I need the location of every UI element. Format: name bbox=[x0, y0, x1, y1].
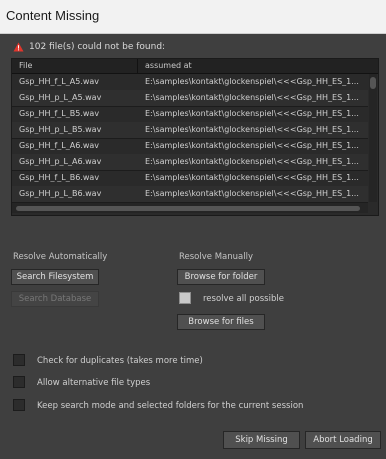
table-row[interactable]: Gsp_HH_p_L_A6.wav E:\samples\kontakt\glo… bbox=[12, 154, 368, 171]
warning-triangle-icon bbox=[13, 42, 24, 52]
horizontal-scrollbar[interactable] bbox=[12, 203, 368, 213]
table-row[interactable]: Gsp_HH_p_L_A5.wav E:\samples\kontakt\glo… bbox=[12, 90, 368, 107]
vertical-scrollbar[interactable] bbox=[369, 74, 377, 202]
file-name-cell: Gsp_HH_p_L_A5.wav bbox=[19, 93, 102, 102]
file-name-cell: Gsp_HH_f_L_A6.wav bbox=[19, 141, 100, 150]
file-name-cell: Gsp_HH_f_L_B6.wav bbox=[19, 173, 100, 182]
assumed-path-cell: E:\samples\kontakt\glockenspiel\<<<Gsp_H… bbox=[145, 189, 359, 198]
resolve-automatically-heading: Resolve Automatically bbox=[13, 252, 108, 262]
table-row[interactable]: Gsp_HH_p_L_B5.wav E:\samples\kontakt\glo… bbox=[12, 122, 368, 139]
resolve-manually-heading: Resolve Manually bbox=[179, 252, 253, 262]
assumed-path-cell: E:\samples\kontakt\glockenspiel\<<<Gsp_H… bbox=[145, 93, 359, 102]
search-filesystem-button[interactable]: Search Filesystem bbox=[11, 269, 99, 285]
file-name-cell: Gsp_HH_p_L_B6.wav bbox=[19, 189, 102, 198]
table-row[interactable]: Gsp_HH_f_L_B6.wav E:\samples\kontakt\glo… bbox=[12, 170, 368, 187]
assumed-path-cell: E:\samples\kontakt\glockenspiel\<<<Gsp_H… bbox=[145, 141, 359, 150]
table-header: File assumed at bbox=[12, 59, 378, 74]
abort-loading-button[interactable]: Abort Loading bbox=[305, 431, 381, 449]
assumed-path-cell: E:\samples\kontakt\glockenspiel\<<<Gsp_H… bbox=[145, 173, 359, 182]
search-database-button[interactable]: Search Database bbox=[11, 291, 99, 307]
skip-missing-button[interactable]: Skip Missing bbox=[223, 431, 300, 449]
table-row[interactable]: Gsp_HH_f_L_A6.wav E:\samples\kontakt\glo… bbox=[12, 138, 368, 155]
check-duplicates-checkbox[interactable] bbox=[13, 354, 25, 366]
browse-files-button[interactable]: Browse for files bbox=[177, 314, 265, 330]
assumed-path-cell: E:\samples\kontakt\glockenspiel\<<<Gsp_H… bbox=[145, 77, 359, 86]
assumed-path-cell: E:\samples\kontakt\glockenspiel\<<<Gsp_H… bbox=[145, 125, 359, 134]
keep-search-mode-label[interactable]: Keep search mode and selected folders fo… bbox=[37, 401, 303, 411]
title-bar: Content Missing bbox=[0, 0, 386, 34]
warning-text: 102 file(s) could not be found: bbox=[29, 42, 166, 52]
window-title: Content Missing bbox=[6, 8, 100, 23]
table-row[interactable]: Gsp_HH_f_L_B5.wav E:\samples\kontakt\glo… bbox=[12, 106, 368, 123]
check-duplicates-label[interactable]: Check for duplicates (takes more time) bbox=[37, 356, 203, 366]
file-name-cell: Gsp_HH_f_L_A5.wav bbox=[19, 77, 100, 86]
column-header-file[interactable]: File bbox=[19, 61, 32, 70]
allow-alternative-label[interactable]: Allow alternative file types bbox=[37, 378, 150, 388]
column-divider[interactable] bbox=[137, 59, 138, 73]
assumed-path-cell: E:\samples\kontakt\glockenspiel\<<<Gsp_H… bbox=[145, 157, 359, 166]
file-name-cell: Gsp_HH_p_L_B5.wav bbox=[19, 125, 102, 134]
table-row[interactable]: Gsp_HH_p_L_B6.wav E:\samples\kontakt\glo… bbox=[12, 186, 368, 203]
file-name-cell: Gsp_HH_p_L_A6.wav bbox=[19, 157, 102, 166]
assumed-path-cell: E:\samples\kontakt\glockenspiel\<<<Gsp_H… bbox=[145, 109, 359, 118]
browse-folder-button[interactable]: Browse for folder bbox=[177, 269, 265, 285]
vertical-scrollbar-thumb[interactable] bbox=[370, 77, 376, 89]
column-header-assumed-at[interactable]: assumed at bbox=[145, 61, 192, 70]
missing-files-table[interactable]: File assumed at Gsp_HH_f_L_A5.wav E:\sam… bbox=[11, 58, 379, 216]
warning-message: 102 file(s) could not be found: bbox=[13, 40, 373, 54]
table-row[interactable]: Gsp_HH_f_L_A5.wav E:\samples\kontakt\glo… bbox=[12, 74, 368, 91]
resolve-all-checkbox[interactable] bbox=[179, 292, 191, 304]
file-name-cell: Gsp_HH_f_L_B5.wav bbox=[19, 109, 100, 118]
resolve-all-label[interactable]: resolve all possible bbox=[203, 294, 284, 304]
keep-search-mode-checkbox[interactable] bbox=[13, 399, 25, 411]
horizontal-scrollbar-thumb[interactable] bbox=[16, 206, 360, 211]
allow-alternative-checkbox[interactable] bbox=[13, 376, 25, 388]
